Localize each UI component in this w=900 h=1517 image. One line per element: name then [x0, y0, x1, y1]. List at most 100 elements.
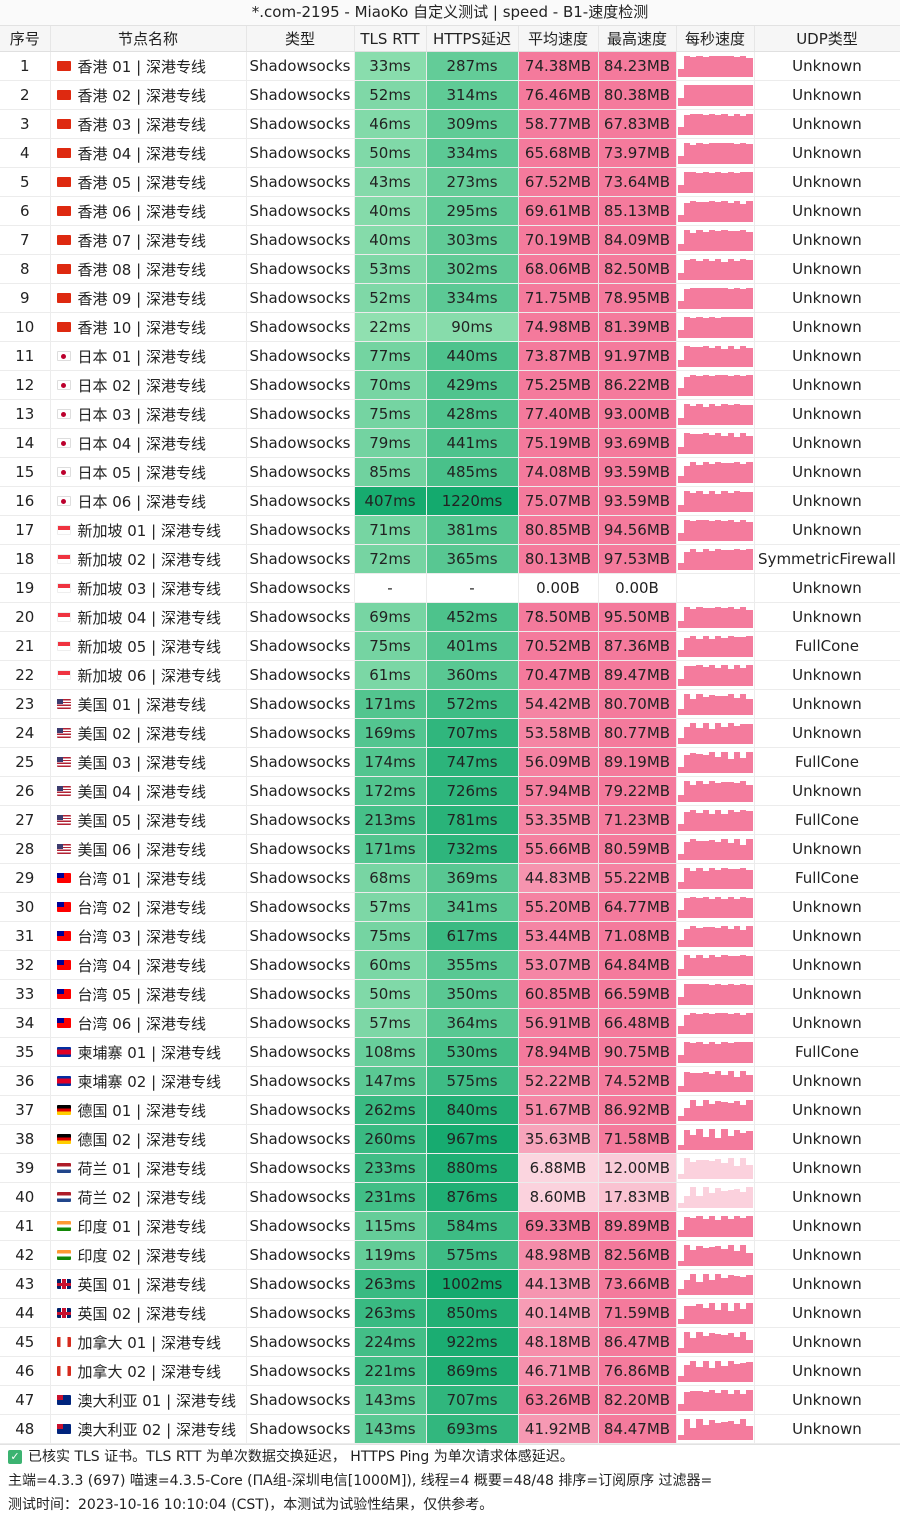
- per-second-speed: [676, 283, 755, 313]
- node-name-text: 美国 03 | 深港专线: [77, 753, 206, 772]
- tls-rtt: 147ms: [354, 1066, 427, 1096]
- per-second-speed: [676, 1240, 755, 1270]
- avg-speed: 70.19MB: [518, 225, 599, 255]
- speed-bar: [746, 461, 753, 483]
- node-name: 德国 01 | 深港专线: [50, 1095, 247, 1125]
- node-name-text: 美国 04 | 深港专线: [77, 782, 206, 801]
- speed-bar: [746, 925, 753, 947]
- speed-sparkline: [677, 316, 753, 338]
- tls-rtt: 75ms: [354, 631, 427, 661]
- tls-rtt: 33ms: [354, 51, 427, 81]
- node-type: Shadowsocks: [246, 225, 355, 255]
- table-row: 18 新加坡 02 | 深港专线 Shadowsocks 72ms 365ms 80.13…: [0, 544, 900, 574]
- per-second-speed: [676, 747, 755, 777]
- node-name: 新加坡 03 | 深港专线: [50, 573, 247, 603]
- row-index: 37: [0, 1095, 51, 1125]
- node-name-text: 新加坡 04 | 深港专线: [77, 608, 221, 627]
- node-type: Shadowsocks: [246, 283, 355, 313]
- flag-nl-icon: [56, 1192, 71, 1202]
- udp-type: Unknown: [754, 370, 900, 400]
- speed-bar: [746, 1012, 753, 1034]
- speed-sparkline: [677, 809, 753, 831]
- speed-sparkline: [677, 84, 753, 106]
- row-index: 42: [0, 1240, 51, 1270]
- per-second-speed: [676, 1356, 755, 1386]
- node-name-text: 新加坡 05 | 深港专线: [77, 637, 221, 656]
- node-name-text: 荷兰 01 | 深港专线: [77, 1159, 206, 1178]
- per-second-speed: [676, 544, 755, 574]
- tls-rtt: 61ms: [354, 660, 427, 690]
- https-latency: 747ms: [426, 747, 519, 777]
- udp-type: Unknown: [754, 1124, 900, 1154]
- speed-bar: [746, 869, 753, 889]
- node-name-text: 香港 03 | 深港专线: [77, 115, 206, 134]
- tls-rtt: 50ms: [354, 979, 427, 1009]
- node-type: Shadowsocks: [246, 892, 355, 922]
- speed-bar: [746, 1165, 753, 1179]
- row-index: 30: [0, 892, 51, 922]
- node-name: 新加坡 04 | 深港专线: [50, 602, 247, 632]
- speed-bar: [746, 956, 753, 976]
- node-name: 日本 02 | 深港专线: [50, 370, 247, 400]
- table-row: 44 英国 02 | 深港专线 Shadowsocks 263ms 850ms 40.14…: [0, 1298, 900, 1328]
- node-name: 荷兰 02 | 深港专线: [50, 1182, 247, 1212]
- per-second-speed: [676, 1414, 755, 1444]
- flag-hk-icon: [56, 293, 71, 303]
- node-type: Shadowsocks: [246, 573, 355, 603]
- flag-in-icon: [56, 1250, 71, 1260]
- speed-bar: [746, 435, 753, 454]
- node-name: 香港 07 | 深港专线: [50, 225, 247, 255]
- per-second-speed: [676, 1095, 755, 1125]
- speed-bar: [746, 347, 753, 367]
- speed-bar: [746, 1042, 753, 1063]
- flag-de-icon: [56, 1105, 71, 1115]
- table-row: 36 柬埔寨 02 | 深港专线 Shadowsocks 147ms 575ms 52.2…: [0, 1066, 900, 1096]
- per-second-speed: [676, 1211, 755, 1241]
- node-name-text: 美国 02 | 深港专线: [77, 724, 206, 743]
- node-name: 加拿大 02 | 深港专线: [50, 1356, 247, 1386]
- avg-speed: 44.83MB: [518, 863, 599, 893]
- avg-speed: 60.85MB: [518, 979, 599, 1009]
- node-name-text: 台湾 01 | 深港专线: [77, 869, 206, 888]
- avg-speed: 54.42MB: [518, 689, 599, 719]
- table-row: 25 美国 03 | 深港专线 Shadowsocks 174ms 747ms 56.09…: [0, 747, 900, 777]
- per-second-speed: [676, 950, 755, 980]
- node-name: 英国 01 | 深港专线: [50, 1269, 247, 1299]
- udp-type: FullCone: [754, 747, 900, 777]
- https-latency: 369ms: [426, 863, 519, 893]
- speed-bar: [746, 522, 753, 541]
- column-header: HTTPS延迟: [426, 26, 519, 52]
- node-name-text: 美国 06 | 深港专线: [77, 840, 206, 859]
- column-header: 最高速度: [598, 26, 677, 52]
- speed-sparkline: [677, 1302, 753, 1324]
- max-speed: 12.00MB: [598, 1153, 677, 1183]
- table-row: 33 台湾 05 | 深港专线 Shadowsocks 50ms 350ms 60.85M…: [0, 979, 900, 1009]
- speed-bar: [746, 548, 753, 570]
- udp-type: Unknown: [754, 486, 900, 516]
- node-name: 香港 03 | 深港专线: [50, 109, 247, 139]
- table-row: 8 香港 08 | 深港专线 Shadowsocks 53ms 302ms 68.06MB…: [0, 254, 900, 284]
- node-name: 香港 01 | 深港专线: [50, 51, 247, 81]
- max-speed: 89.89MB: [598, 1211, 677, 1241]
- max-speed: 66.48MB: [598, 1008, 677, 1038]
- node-type: Shadowsocks: [246, 51, 355, 81]
- row-index: 47: [0, 1385, 51, 1415]
- speed-sparkline: [677, 548, 753, 570]
- per-second-speed: [676, 573, 755, 603]
- table-row: 17 新加坡 01 | 深港专线 Shadowsocks 71ms 381ms 80.85…: [0, 515, 900, 545]
- speed-sparkline: [677, 461, 753, 483]
- row-index: 2: [0, 80, 51, 110]
- flag-gb-icon: [56, 1308, 71, 1318]
- flag-us-icon: [56, 844, 71, 854]
- node-type: Shadowsocks: [246, 167, 355, 197]
- udp-type: Unknown: [754, 1211, 900, 1241]
- tls-rtt: 46ms: [354, 109, 427, 139]
- max-speed: 89.47MB: [598, 660, 677, 690]
- table-row: 37 德国 01 | 深港专线 Shadowsocks 262ms 840ms 51.67…: [0, 1095, 900, 1125]
- udp-type: Unknown: [754, 341, 900, 371]
- node-type: Shadowsocks: [246, 1269, 355, 1299]
- node-name: 香港 10 | 深港专线: [50, 312, 247, 342]
- flag-hk-icon: [56, 61, 71, 71]
- speed-bar: [746, 811, 753, 831]
- node-name-text: 香港 02 | 深港专线: [77, 86, 206, 105]
